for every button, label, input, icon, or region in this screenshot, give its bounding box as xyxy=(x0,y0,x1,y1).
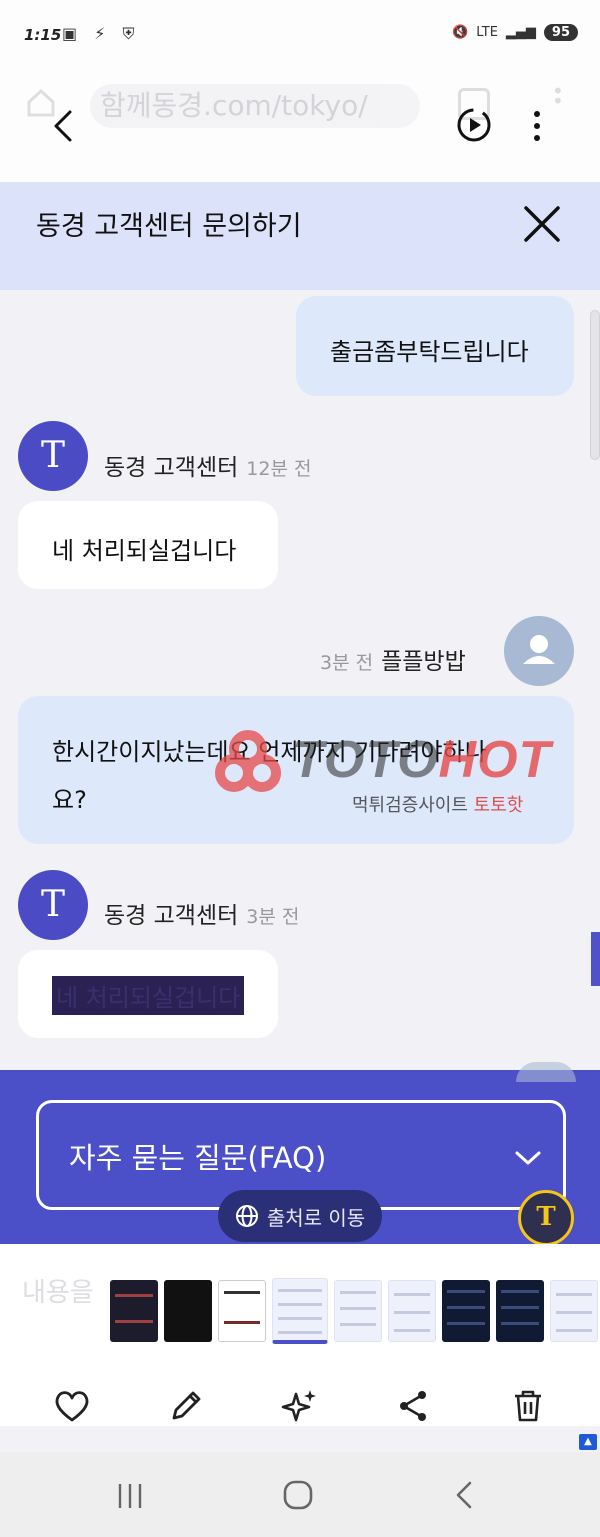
browser-url: 함께동경.com/tokyo/ xyxy=(90,84,420,128)
message-text: 네 처리되실겁니다 xyxy=(52,537,237,565)
scrollbar[interactable] xyxy=(590,310,600,460)
chat-messages: 출금좀부탁드립니다 T 동경 고객센터 12분 전 네 처리되실겁니다 3분 전 플… xyxy=(0,290,600,1070)
status-bar: 1:15 ▣ ⚡ ⛨ 🔇 LTE ▂▄▆ 95 xyxy=(0,0,600,72)
thumbnail[interactable] xyxy=(442,1280,490,1342)
faq-bar: 자주 묻는 질문(FAQ) 출처로 이동 T xyxy=(0,1062,600,1246)
status-notification-icons: ▣ ⚡ ⛨ xyxy=(62,24,141,43)
browser-menu-icon: • • xyxy=(552,79,564,113)
watermark-logo-icon xyxy=(215,730,281,792)
thumbnail[interactable] xyxy=(218,1280,266,1342)
more-vertical-icon[interactable] xyxy=(524,106,550,146)
thumbnail[interactable] xyxy=(496,1280,544,1342)
message-time: 12분 전 xyxy=(246,458,312,480)
agent-name-row: 동경 고객센터 12분 전 xyxy=(104,448,311,482)
thumbnail[interactable] xyxy=(334,1280,382,1342)
peek-avatar xyxy=(516,1062,576,1082)
recent-apps-icon[interactable] xyxy=(110,1478,150,1514)
motion-photo-icon[interactable] xyxy=(455,106,493,144)
globe-icon xyxy=(235,1205,258,1227)
chevron-down-icon xyxy=(515,1151,541,1165)
faq-label: 자주 묻는 질문(FAQ) xyxy=(69,1141,327,1175)
gallery-viewer: 1:15 ▣ ⚡ ⛨ 🔇 LTE ▂▄▆ 95 함께동경.com/tokyo/ … xyxy=(0,0,600,1537)
ocr-letter: T xyxy=(536,1202,556,1232)
go-to-source-button[interactable]: 출처로 이동 xyxy=(218,1190,382,1242)
system-nav-bar xyxy=(0,1452,600,1537)
signal-icon: ▂▄▆ xyxy=(505,25,536,40)
agent-message-bubble: 네 처리되실겁니다 xyxy=(18,950,278,1038)
watermark-brand: TOTOHOT xyxy=(292,731,552,789)
user-name-row: 3분 전 플플방밥 xyxy=(320,642,466,676)
watermark-subtitle: 먹튀검증사이트 토토핫 xyxy=(352,795,524,816)
heart-icon[interactable] xyxy=(52,1386,92,1426)
chat-title: 동경 고객센터 문의하기 xyxy=(36,211,302,242)
message-time: 3분 전 xyxy=(246,906,300,928)
mute-icon: 🔇 xyxy=(452,25,469,40)
go-to-source-label: 출처로 이동 xyxy=(266,1205,366,1230)
agent-name: 동경 고객센터 xyxy=(104,455,239,481)
thumbnail[interactable] xyxy=(550,1280,598,1342)
agent-name: 동경 고객센터 xyxy=(104,903,239,929)
user-avatar xyxy=(504,616,574,686)
text-extract-button[interactable]: T xyxy=(518,1190,574,1246)
sparkle-icon[interactable] xyxy=(280,1386,320,1426)
agent-avatar: T xyxy=(18,421,88,491)
thumbnail-selected[interactable] xyxy=(272,1278,328,1344)
thumbnail[interactable] xyxy=(110,1280,158,1342)
ghost-input-placeholder: 내용을 xyxy=(22,1278,94,1308)
trash-icon[interactable] xyxy=(508,1386,548,1426)
message-time: 3분 전 xyxy=(320,652,374,674)
scroll-indicator xyxy=(591,932,600,986)
home-button-icon[interactable] xyxy=(278,1478,318,1514)
thumbnail-strip[interactable] xyxy=(110,1278,598,1344)
close-icon[interactable] xyxy=(520,202,564,246)
agent-name-row: 동경 고객센터 3분 전 xyxy=(104,896,299,930)
battery-level: 95 xyxy=(543,24,578,41)
chevron-left-icon[interactable] xyxy=(44,106,84,146)
status-right-icons: 🔇 LTE ▂▄▆ 95 xyxy=(452,24,578,41)
user-message-bubble: 출금좀부탁드립니다 xyxy=(296,296,574,396)
agent-message-bubble: 네 처리되실겁니다 xyxy=(18,501,278,589)
back-nav-icon[interactable] xyxy=(446,1478,486,1514)
user-name: 플플방밥 xyxy=(381,649,466,675)
status-time: 1:15 xyxy=(24,26,62,44)
notification-badge-icon: ▲ xyxy=(579,1434,597,1450)
pencil-icon[interactable] xyxy=(166,1386,206,1426)
share-icon[interactable] xyxy=(394,1386,434,1426)
agent-avatar: T xyxy=(18,870,88,940)
person-icon xyxy=(523,635,555,664)
thumbnail[interactable] xyxy=(388,1280,436,1342)
viewer-top-bar: 함께동경.com/tokyo/ • • xyxy=(0,72,600,182)
network-label: LTE xyxy=(476,25,498,40)
thumbnail[interactable] xyxy=(164,1280,212,1342)
redacted-message-text: 네 처리되실겁니다 xyxy=(52,976,245,1015)
message-text: 출금좀부탁드립니다 xyxy=(330,338,529,366)
viewer-action-bar xyxy=(0,1376,600,1434)
chat-header: 동경 고객센터 문의하기 xyxy=(0,182,600,290)
